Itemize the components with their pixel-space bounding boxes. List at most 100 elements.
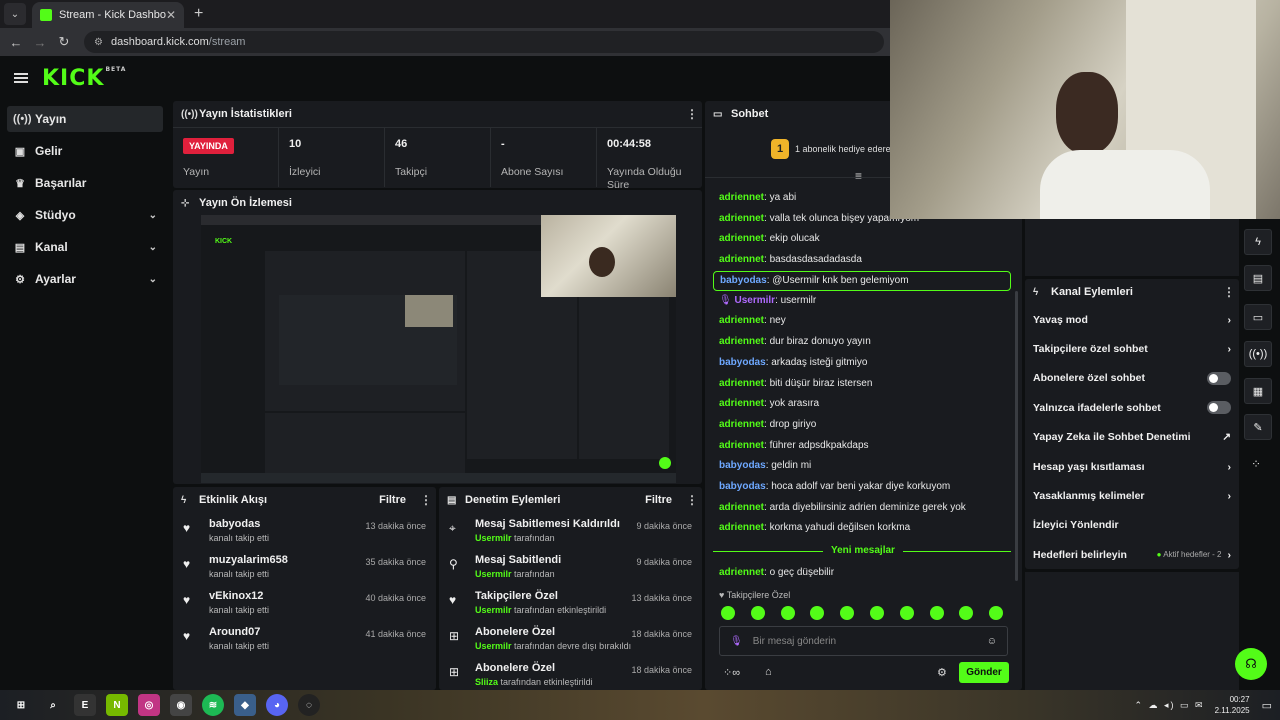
- discord-icon[interactable]: ◕: [266, 694, 288, 716]
- more-options-icon[interactable]: ⋮: [420, 493, 432, 507]
- emote-icon[interactable]: [750, 606, 765, 620]
- chat-username[interactable]: babyodas: [719, 357, 766, 368]
- emote-icon[interactable]: [959, 606, 974, 620]
- more-options-icon[interactable]: ⋮: [686, 493, 698, 507]
- stream-preview-video[interactable]: KICK: [201, 215, 676, 483]
- action-goals[interactable]: Hedefleri belirleyin ● Aktif hedefler - 2…: [1025, 540, 1239, 569]
- spotify-icon[interactable]: ≋: [202, 694, 224, 716]
- mic-icon[interactable]: 🎙: [730, 636, 743, 647]
- send-button[interactable]: Gönder: [959, 662, 1009, 683]
- action-ai-moderation[interactable]: Yapay Zeka ile Sohbet Denetimi ↗: [1025, 423, 1239, 452]
- emote-icon[interactable]: [989, 606, 1004, 620]
- chat-username[interactable]: adriennet: [719, 192, 764, 203]
- chat-username[interactable]: babyodas: [720, 275, 767, 286]
- clock[interactable]: 00:27 2.11.2025: [1215, 694, 1250, 716]
- instagram-icon[interactable]: ◎: [138, 694, 160, 716]
- channel-points-icon[interactable]: ⁘∞: [723, 666, 740, 679]
- emote-icon[interactable]: [810, 606, 825, 620]
- url-field[interactable]: ⚙ dashboard.kick.com/stream: [84, 31, 884, 53]
- filter-button[interactable]: Filtre: [379, 494, 406, 506]
- chat-username[interactable]: Usermilr: [734, 295, 775, 306]
- epic-games-icon[interactable]: E: [74, 694, 96, 716]
- windows-icon[interactable]: ⊞: [10, 694, 32, 716]
- sidebar-item-basarilar[interactable]: ♛ Başarılar: [7, 170, 163, 196]
- chat-username[interactable]: babyodas: [719, 481, 766, 492]
- action-slow-mode[interactable]: Yavaş mod ›: [1025, 305, 1239, 334]
- tools-rail-button[interactable]: ✎: [1244, 414, 1272, 440]
- chat-username[interactable]: adriennet: [719, 213, 764, 224]
- chat-scrollbar[interactable]: [1015, 291, 1018, 581]
- sidebar-item-gelir[interactable]: ▣ Gelir: [7, 138, 163, 164]
- more-options-icon[interactable]: ⋮: [1223, 285, 1235, 299]
- action-emotes-only: Yalnızca ifadelerle sohbet: [1025, 393, 1239, 422]
- action-label: Yapay Zeka ile Sohbet Denetimi: [1033, 431, 1191, 444]
- mod-title: Takipçilere Özel: [475, 590, 558, 602]
- sidebar-item-yayin[interactable]: ((•)) Yayın: [7, 106, 163, 132]
- sidebar-item-studyo[interactable]: ◈ Stüdyo ⌄: [7, 202, 163, 228]
- action-followers-only[interactable]: Takipçilere özel sohbet ›: [1025, 334, 1239, 363]
- kick-logo[interactable]: KICKBETA: [42, 66, 126, 91]
- chat-username[interactable]: adriennet: [719, 398, 764, 409]
- collapse-banner-icon[interactable]: ≡: [855, 169, 862, 183]
- store-icon[interactable]: ⌂: [765, 666, 772, 678]
- emote-icon[interactable]: [929, 606, 944, 620]
- panel-header: ▤ Denetim Eylemleri Filtre ⋮: [439, 487, 702, 513]
- emote-icon[interactable]: [840, 606, 855, 620]
- chat-username[interactable]: adriennet: [719, 315, 764, 326]
- tab-search-button[interactable]: ⌄: [4, 3, 26, 25]
- search-icon[interactable]: ⌕: [42, 694, 64, 716]
- chat-username[interactable]: adriennet: [719, 567, 764, 578]
- chat-username[interactable]: adriennet: [719, 233, 764, 244]
- chat-settings-icon[interactable]: ⚙: [937, 666, 947, 679]
- chat-username[interactable]: adriennet: [719, 522, 764, 533]
- nvidia-icon[interactable]: N: [106, 694, 128, 716]
- back-icon[interactable]: ←: [4, 35, 28, 50]
- chat-username[interactable]: adriennet: [719, 336, 764, 347]
- close-tab-icon[interactable]: ✕: [166, 8, 176, 22]
- action-raid[interactable]: İzleyici Yönlendir: [1025, 511, 1239, 540]
- lightning-rail-button[interactable]: ϟ: [1244, 229, 1272, 255]
- app-icon[interactable]: ◆: [234, 694, 256, 716]
- browser-tab[interactable]: Stream - Kick Dashboard ✕: [32, 2, 184, 28]
- feed-subtitle: kanalı takip etti: [209, 641, 270, 651]
- menu-icon[interactable]: [14, 73, 28, 83]
- notifications-icon[interactable]: ▭: [1262, 699, 1272, 712]
- add-widget-icon[interactable]: ⁘: [1251, 457, 1261, 471]
- broadcast-icon: ((•)): [1248, 348, 1268, 360]
- layout-rail-button[interactable]: ▦: [1244, 378, 1272, 404]
- action-banned-words[interactable]: Yasaklanmış kelimeler ›: [1025, 481, 1239, 510]
- document-rail-button[interactable]: ▤: [1244, 265, 1272, 291]
- chat-username[interactable]: adriennet: [719, 419, 764, 430]
- system-tray[interactable]: ⌃ ☁ ◂) ▭ ✉: [1134, 700, 1204, 711]
- panel-title: Kanal Eylemleri: [1051, 286, 1133, 298]
- action-account-age[interactable]: Hesap yaşı kısıtlaması ›: [1025, 452, 1239, 481]
- new-tab-button[interactable]: +: [194, 5, 203, 23]
- broadcast-rail-button[interactable]: ((•)): [1244, 341, 1272, 367]
- kick-favicon-icon: [40, 9, 52, 21]
- chat-username[interactable]: adriennet: [719, 254, 764, 265]
- chat-username[interactable]: adriennet: [719, 378, 764, 389]
- emote-icon[interactable]: [721, 606, 735, 620]
- filter-button[interactable]: Filtre: [645, 494, 672, 506]
- chat-username[interactable]: adriennet: [719, 502, 764, 513]
- reload-icon[interactable]: ↻: [52, 34, 76, 50]
- sidebar-item-kanal[interactable]: ▤ Kanal ⌄: [7, 234, 163, 260]
- chrome-icon[interactable]: ◉: [170, 694, 192, 716]
- site-info-icon[interactable]: ⚙: [94, 37, 103, 48]
- chat-input[interactable]: 🎙 Bir mesaj gönderin ☺: [719, 626, 1008, 656]
- emote-icon[interactable]: [899, 606, 914, 620]
- emote-icon[interactable]: [869, 606, 884, 620]
- chat-username[interactable]: babyodas: [719, 460, 766, 471]
- help-button[interactable]: ☊: [1235, 648, 1267, 680]
- list-item: ⚲ Mesaj Sabitlendi Usermilr tarafından 9 da…: [439, 549, 702, 585]
- emote-icon[interactable]: [780, 606, 795, 620]
- forward-icon[interactable]: →: [28, 35, 52, 50]
- more-options-icon[interactable]: ⋮: [686, 107, 698, 121]
- chat-username[interactable]: adriennet: [719, 440, 764, 451]
- emoji-icon[interactable]: ☺: [987, 636, 997, 647]
- subscribers-only-toggle[interactable]: [1207, 371, 1231, 385]
- sidebar-item-ayarlar[interactable]: ⚙ Ayarlar ⌄: [7, 266, 163, 292]
- chat-rail-button[interactable]: ▭: [1244, 304, 1272, 330]
- emotes-only-toggle[interactable]: [1207, 401, 1231, 415]
- obs-icon[interactable]: ◌: [298, 694, 320, 716]
